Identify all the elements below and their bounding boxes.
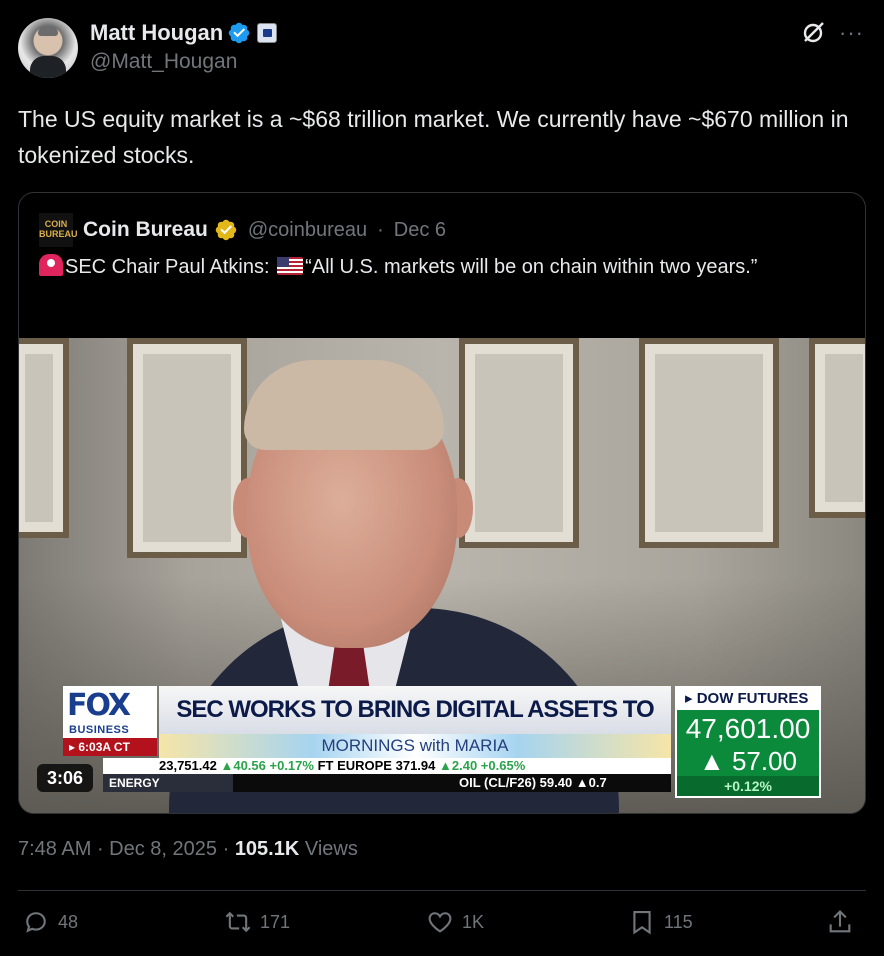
views-count[interactable]: 105.1K: [235, 838, 300, 860]
quote-handle[interactable]: @coinbureau: [248, 219, 367, 242]
show-name: MORNINGS with MARIA: [159, 734, 671, 758]
tweet-header: Matt Hougan @Matt_Hougan ···: [18, 18, 866, 80]
quote-avatar[interactable]: COIN BUREAU: [39, 213, 78, 247]
quote-header: COIN BUREAU Coin Bureau @coinbureau · De…: [39, 213, 446, 247]
repost-icon: [225, 911, 251, 933]
dow-futures-box: ▸ DOW FUTURES 47,601.00 ▲ 57.00 +0.12%: [675, 686, 821, 798]
ticker-change: ▲40.56: [220, 758, 266, 773]
bookmark-count: 115: [664, 911, 693, 932]
affiliation-badge-icon[interactable]: [257, 23, 278, 43]
ticker-pct: +0.17%: [269, 758, 314, 773]
ticker-oil: OIL (CL/F26) 59.40 ▲0.7: [459, 775, 607, 790]
post-date[interactable]: Dec 8, 2025: [109, 838, 217, 860]
chyron-headline: SEC WORKS TO BRING DIGITAL ASSETS TO INV…: [159, 686, 671, 771]
news-chyron: FOX BUSINESS ▸ 6:03A CT SEC WORKS TO BRI…: [63, 686, 821, 798]
views-label: Views: [304, 838, 358, 860]
reply-button[interactable]: 48: [22, 908, 78, 936]
business-logo-text: BUSINESS: [69, 724, 130, 736]
person-hair: [244, 360, 444, 450]
quote-text: SEC Chair Paul Atkins: “All U.S. markets…: [39, 253, 839, 282]
quote-separator: ·: [377, 218, 384, 241]
ticker-top: 23,751.42 ▲40.56 +0.17% FT EUROPE 371.94…: [103, 758, 671, 774]
bookmark-icon: [633, 911, 651, 935]
gold-verified-badge-icon: [215, 219, 237, 241]
dow-change: ▲ 57.00: [698, 746, 798, 776]
repost-count: 171: [260, 911, 291, 932]
dow-percent: +0.12%: [677, 776, 819, 796]
author-display-name[interactable]: Matt Hougan: [90, 20, 223, 46]
verified-badge-icon: [228, 22, 250, 44]
wall-frame: [809, 338, 865, 518]
ticker-index: FT EUROPE: [317, 758, 392, 773]
grok-icon[interactable]: [800, 20, 826, 46]
quote-display-name[interactable]: Coin Bureau: [83, 218, 208, 242]
ticker-value-2: 371.94: [395, 758, 436, 773]
repost-button[interactable]: 171: [224, 908, 290, 936]
author-handle[interactable]: @Matt_Hougan: [90, 50, 237, 74]
tweet-text: The US equity market is a ~$68 trillion …: [18, 106, 849, 168]
dow-value: 47,601.00: [685, 713, 811, 744]
dow-title: ▸ DOW FUTURES: [677, 688, 819, 710]
heart-icon: [428, 912, 452, 933]
quoted-tweet[interactable]: COIN BUREAU Coin Bureau @coinbureau · De…: [18, 192, 866, 814]
action-bar: 48 171 1K 115: [18, 908, 866, 948]
post-time[interactable]: 7:48 AM: [18, 838, 91, 860]
meta-separator: ·: [217, 838, 235, 860]
name-row: Matt Hougan: [90, 20, 278, 46]
broadcast-time: ▸ 6:03A CT: [63, 738, 157, 756]
meta-separator: ·: [91, 838, 110, 860]
divider: [18, 890, 866, 891]
siren-emoji-icon: [39, 254, 63, 276]
ticker-value: 23,751.42: [159, 758, 217, 773]
wall-frame: [127, 338, 247, 558]
video-duration: 3:06: [37, 764, 94, 792]
quote-date[interactable]: Dec 6: [394, 219, 446, 242]
author-avatar[interactable]: [18, 18, 78, 78]
avatar-hair: [38, 26, 58, 36]
like-count: 1K: [462, 911, 485, 932]
like-button[interactable]: 1K: [426, 908, 484, 936]
share-button[interactable]: [826, 908, 854, 936]
more-options-icon[interactable]: ···: [839, 20, 864, 46]
us-flag-emoji-icon: [277, 257, 304, 275]
wall-frame: [19, 338, 69, 538]
tweet-meta: 7:48 AM · Dec 8, 2025 · 105.1K Views: [18, 838, 358, 861]
quote-text-part2: “All U.S. markets will be on chain withi…: [305, 256, 758, 278]
avatar-suit: [30, 56, 66, 78]
wall-frame: [639, 338, 779, 548]
reply-count: 48: [58, 911, 79, 932]
bookmark-button[interactable]: 115: [628, 908, 693, 936]
fox-logo-text: FOX: [67, 688, 131, 723]
ticker-change-2: ▲2.40: [439, 758, 478, 773]
reply-icon: [26, 912, 46, 933]
share-icon: [829, 910, 851, 933]
wall-frame: [459, 338, 579, 548]
ticker-pct-2: +0.65%: [480, 758, 526, 773]
ticker-bottom: ENERGY OIL (CL/F26) 59.40 ▲0.7: [103, 774, 671, 792]
quote-text-part1: SEC Chair Paul Atkins:: [65, 256, 276, 278]
ticker-sector: ENERGY: [103, 774, 233, 792]
video-player[interactable]: FOX BUSINESS ▸ 6:03A CT SEC WORKS TO BRI…: [19, 338, 865, 813]
